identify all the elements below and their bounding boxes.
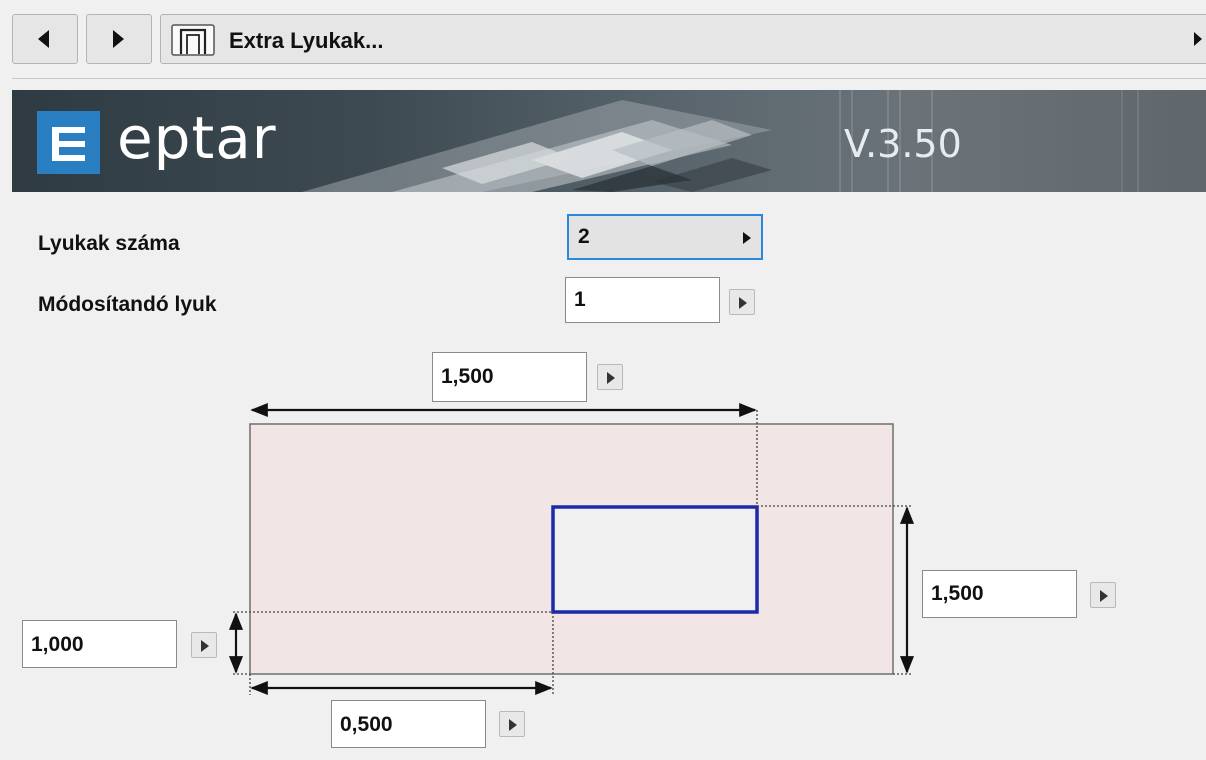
triangle-right-icon xyxy=(1100,590,1108,602)
bottom-offset-field[interactable]: 0,500 xyxy=(331,700,486,748)
triangle-right-icon xyxy=(201,640,209,652)
hole-rectangle[interactable] xyxy=(551,505,759,614)
right-height-arrow-button[interactable] xyxy=(1090,582,1116,608)
left-offset-field[interactable]: 1,000 xyxy=(22,620,177,668)
triangle-right-icon xyxy=(607,372,615,384)
bottom-offset-arrow-button[interactable] xyxy=(499,711,525,737)
triangle-right-icon xyxy=(509,719,517,731)
top-width-arrow-button[interactable] xyxy=(597,364,623,390)
left-offset-value: 1,000 xyxy=(31,633,84,656)
top-width-value: 1,500 xyxy=(441,365,494,388)
left-offset-arrow-button[interactable] xyxy=(191,632,217,658)
right-height-field[interactable]: 1,500 xyxy=(922,570,1077,618)
right-height-value: 1,500 xyxy=(931,582,984,605)
top-width-field[interactable]: 1,500 xyxy=(432,352,587,402)
bottom-offset-value: 0,500 xyxy=(340,713,393,736)
